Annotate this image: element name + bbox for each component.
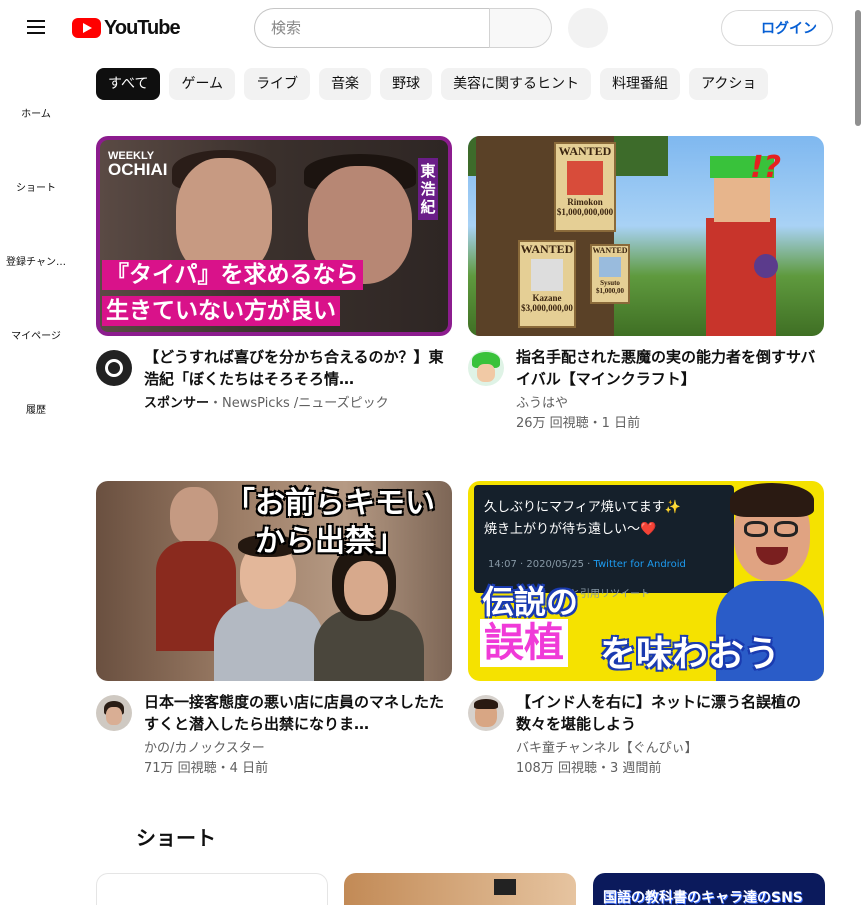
search-box	[254, 8, 552, 48]
chip-live[interactable]: ライブ	[244, 68, 311, 100]
wanted-poster: WANTED Kazane $3,000,000,00	[518, 240, 576, 328]
video-title[interactable]: 指名手配された悪魔の実の能力者を倒すサバイバル【マインクラフト】	[516, 346, 816, 390]
sidebar-item-shorts[interactable]: ショート	[0, 179, 72, 199]
scrollbar-thumb[interactable]	[855, 10, 861, 126]
channel-name[interactable]: ふうはや	[516, 394, 816, 414]
thumbnail-caption: 「お前らキモい から出禁」	[225, 486, 435, 559]
video-thumbnail[interactable]: 「お前らキモい から出禁」	[96, 481, 452, 681]
video-card: 「お前らキモい から出禁」 日本一接客態度の悪い店に店員のマネしたたすくと潜入し…	[96, 481, 452, 776]
login-button[interactable]: ログイン	[721, 10, 833, 46]
thumbnail-mark: !?	[750, 150, 782, 185]
channel-avatar[interactable]	[96, 350, 132, 386]
video-card: WEEKLY OCHIAI 東浩紀 『タイパ』を求めるなら 生きていない方が良い …	[96, 136, 452, 411]
thumbnail-caption: 誤植	[480, 619, 568, 667]
masthead: YouTube ログイン	[0, 0, 852, 56]
channel-avatar[interactable]	[468, 350, 504, 386]
youtube-logo[interactable]: YouTube	[72, 16, 181, 40]
search-input[interactable]	[254, 8, 489, 48]
short-thumbnail[interactable]: 国語の教科書のキャラ達のSNS	[593, 873, 825, 905]
chip-all[interactable]: すべて	[96, 68, 161, 100]
video-thumbnail[interactable]: WANTED Rimokon $1,000,000,000 WANTED Kaz…	[468, 136, 824, 336]
video-stats: 71万 回視聴・4 日前	[144, 761, 269, 776]
thumbnail-caption: 『タイパ』を求めるなら	[102, 260, 363, 290]
chip-cooking[interactable]: 料理番組	[600, 68, 681, 100]
channel-name[interactable]: ・NewsPicks /ニューズピック	[209, 396, 389, 411]
short-thumbnail[interactable]	[96, 873, 328, 905]
video-channel[interactable]: スポンサー・NewsPicks /ニューズピック	[144, 394, 444, 414]
voice-search-button[interactable]	[568, 8, 608, 48]
video-title[interactable]: 【どうすれば喜びを分かち合えるのか？】東浩紀「ぼくたちはそろそろ情…	[144, 346, 444, 390]
scrollbar[interactable]	[852, 0, 865, 905]
sidebar-item-home[interactable]: ホーム	[0, 105, 72, 125]
thumbnail-show-logo: WEEKLY OCHIAI	[108, 150, 168, 179]
chip-bar: すべて ゲーム ライブ 音楽 野球 美容に関するヒント 料理番組 アクショ	[96, 68, 781, 100]
chip-games[interactable]: ゲーム	[169, 68, 236, 100]
chip-music[interactable]: 音楽	[319, 68, 372, 100]
sidebar-item-you[interactable]: マイページ	[0, 327, 72, 347]
video-title[interactable]: 日本一接客態度の悪い店に店員のマネしたたすくと潜入したら出禁になりま…	[144, 691, 444, 735]
channel-name[interactable]: かの/カノックスター	[144, 739, 444, 759]
thumbnail-caption: 伝説の	[482, 583, 579, 621]
youtube-play-icon	[72, 18, 101, 38]
video-stats: 26万 回視聴・1 日前	[516, 416, 641, 431]
wanted-poster: WANTED Rimokon $1,000,000,000	[554, 142, 616, 232]
sponsor-badge: スポンサー	[144, 396, 210, 411]
chip-beauty[interactable]: 美容に関するヒント	[441, 68, 592, 100]
logo-text: YouTube	[104, 16, 181, 39]
search-button[interactable]	[489, 8, 552, 48]
menu-icon[interactable]	[20, 14, 52, 42]
channel-name[interactable]: バキ童チャンネル【ぐんぴぃ】	[516, 739, 816, 759]
shorts-heading: ショート	[136, 826, 216, 850]
short-thumbnail[interactable]	[344, 873, 576, 905]
video-thumbnail[interactable]: WEEKLY OCHIAI 東浩紀 『タイパ』を求めるなら 生きていない方が良い	[96, 136, 452, 336]
sidebar-item-subscriptions[interactable]: 登録チャン…	[0, 253, 72, 273]
video-thumbnail[interactable]: 久しぶりにマフィア焼いてます✨ 焼き上がりが待ち遠しい〜❤️ 14:07 · 20…	[468, 481, 824, 681]
video-stats: 108万 回視聴・3 週間前	[516, 761, 662, 776]
thumbnail-name-tag: 東浩紀	[418, 158, 438, 220]
chip-action[interactable]: アクショ	[689, 68, 769, 100]
wanted-poster: WANTED Sysuto $1,000,00	[590, 244, 630, 304]
video-title[interactable]: 【インド人を右に】ネットに漂う名誤植の数々を堪能しよう	[516, 691, 816, 735]
video-card: WANTED Rimokon $1,000,000,000 WANTED Kaz…	[468, 136, 824, 431]
video-card: 久しぶりにマフィア焼いてます✨ 焼き上がりが待ち遠しい〜❤️ 14:07 · 20…	[468, 481, 824, 776]
channel-avatar[interactable]	[468, 695, 504, 731]
devil-fruit-icon	[754, 254, 778, 278]
channel-avatar[interactable]	[96, 695, 132, 731]
thumbnail-caption: 生きていない方が良い	[102, 296, 340, 326]
chip-baseball[interactable]: 野球	[380, 68, 433, 100]
thumbnail-caption: を味わおう	[600, 634, 781, 675]
sidebar-item-history[interactable]: 履歴	[0, 401, 72, 421]
